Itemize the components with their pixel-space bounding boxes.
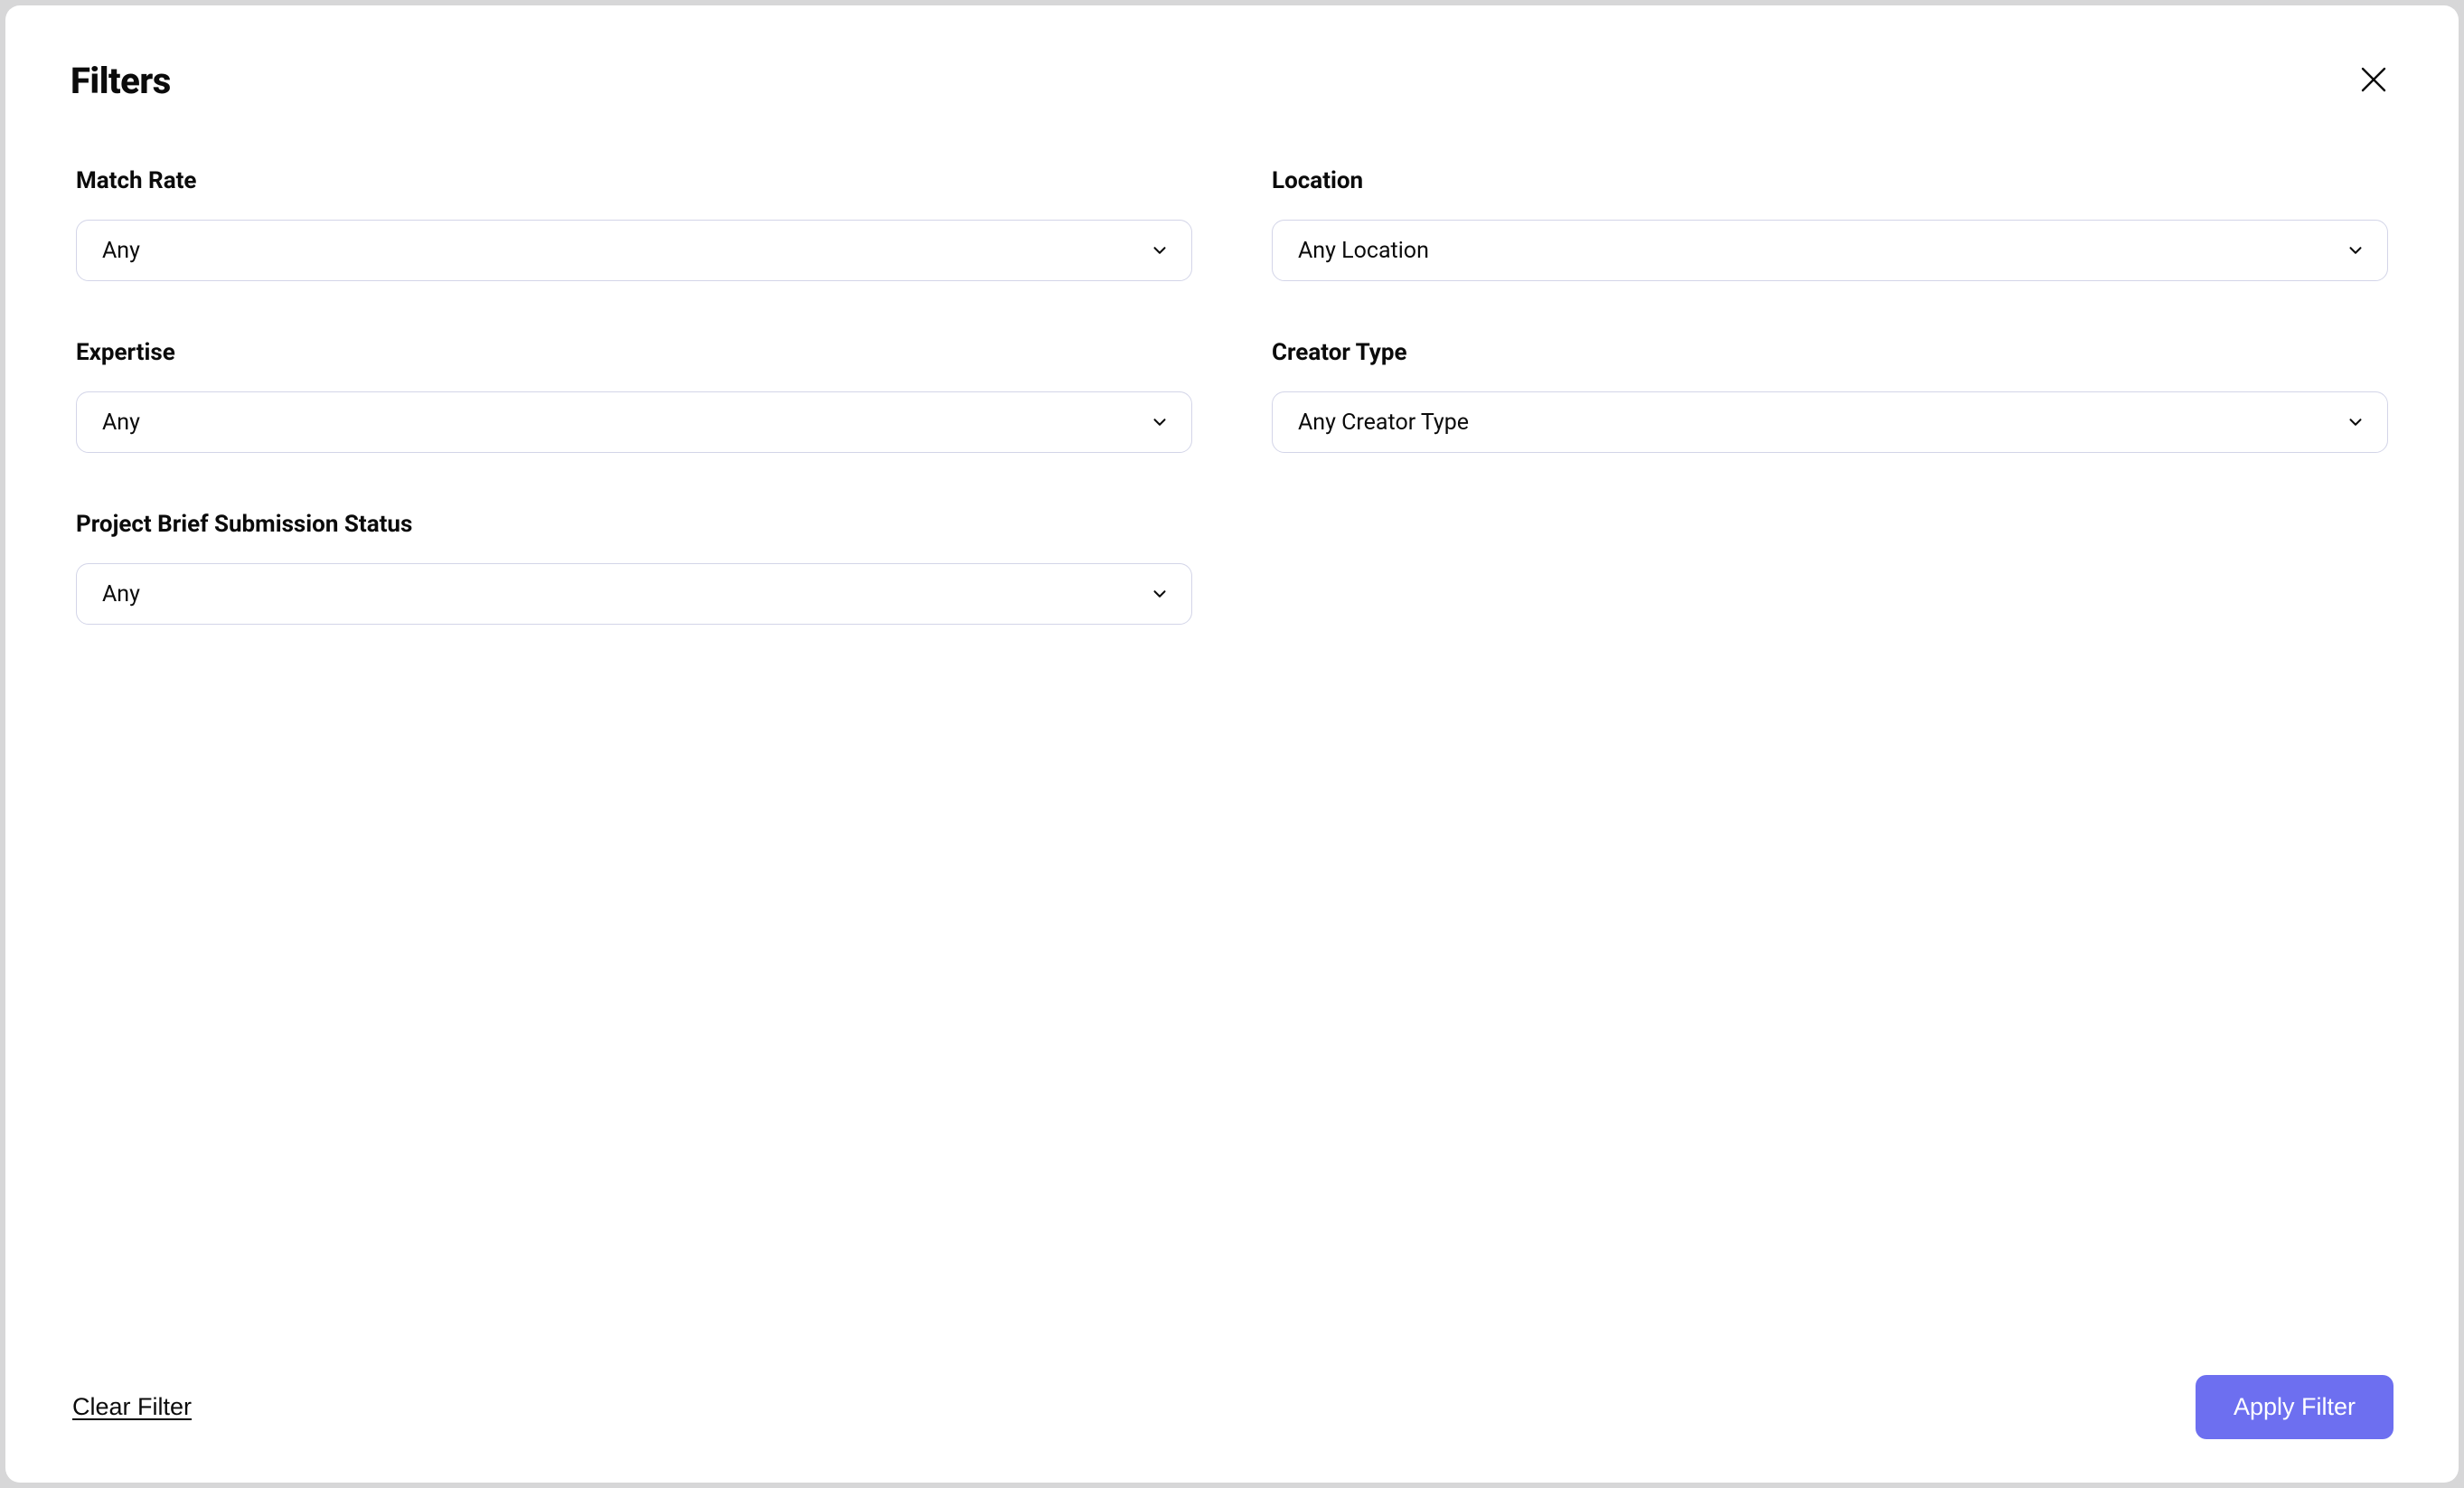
select-location[interactable]: Any Location [1272,220,2388,281]
filter-label-expertise: Expertise [76,339,1192,366]
chevron-down-icon [2346,240,2365,260]
select-value: Any Creator Type [1298,410,1469,436]
filter-label-match-rate: Match Rate [76,167,1192,194]
chevron-down-icon [1150,240,1170,260]
select-match-rate[interactable]: Any [76,220,1192,281]
select-creator-type[interactable]: Any Creator Type [1272,391,2388,453]
filter-expertise: Expertise Any [76,339,1192,453]
close-icon [2357,63,2390,96]
select-value: Any [102,581,140,607]
chevron-down-icon [2346,412,2365,432]
select-value: Any [102,238,140,264]
select-submission-status[interactable]: Any [76,563,1192,625]
modal-header: Filters [71,60,2393,102]
filter-match-rate: Match Rate Any [76,167,1192,281]
filter-label-submission-status: Project Brief Submission Status [76,511,1192,538]
modal-backdrop: Filters Match Rate Any Location [0,0,2464,1488]
clear-filter-button[interactable]: Clear Filter [72,1393,192,1421]
select-value: Any [102,410,140,436]
select-value: Any Location [1298,238,1429,264]
filter-submission-status: Project Brief Submission Status Any [76,511,1192,625]
modal-footer: Clear Filter Apply Filter [71,1310,2393,1439]
filter-location: Location Any Location [1272,167,2388,281]
close-button[interactable] [2354,60,2393,99]
filter-label-location: Location [1272,167,2388,194]
chevron-down-icon [1150,584,1170,604]
filters-grid: Match Rate Any Location Any Location [71,167,2393,625]
filter-creator-type: Creator Type Any Creator Type [1272,339,2388,453]
filter-label-creator-type: Creator Type [1272,339,2388,366]
modal-title: Filters [71,60,171,102]
filters-modal: Filters Match Rate Any Location [5,5,2459,1483]
apply-filter-button[interactable]: Apply Filter [2196,1375,2393,1439]
chevron-down-icon [1150,412,1170,432]
select-expertise[interactable]: Any [76,391,1192,453]
